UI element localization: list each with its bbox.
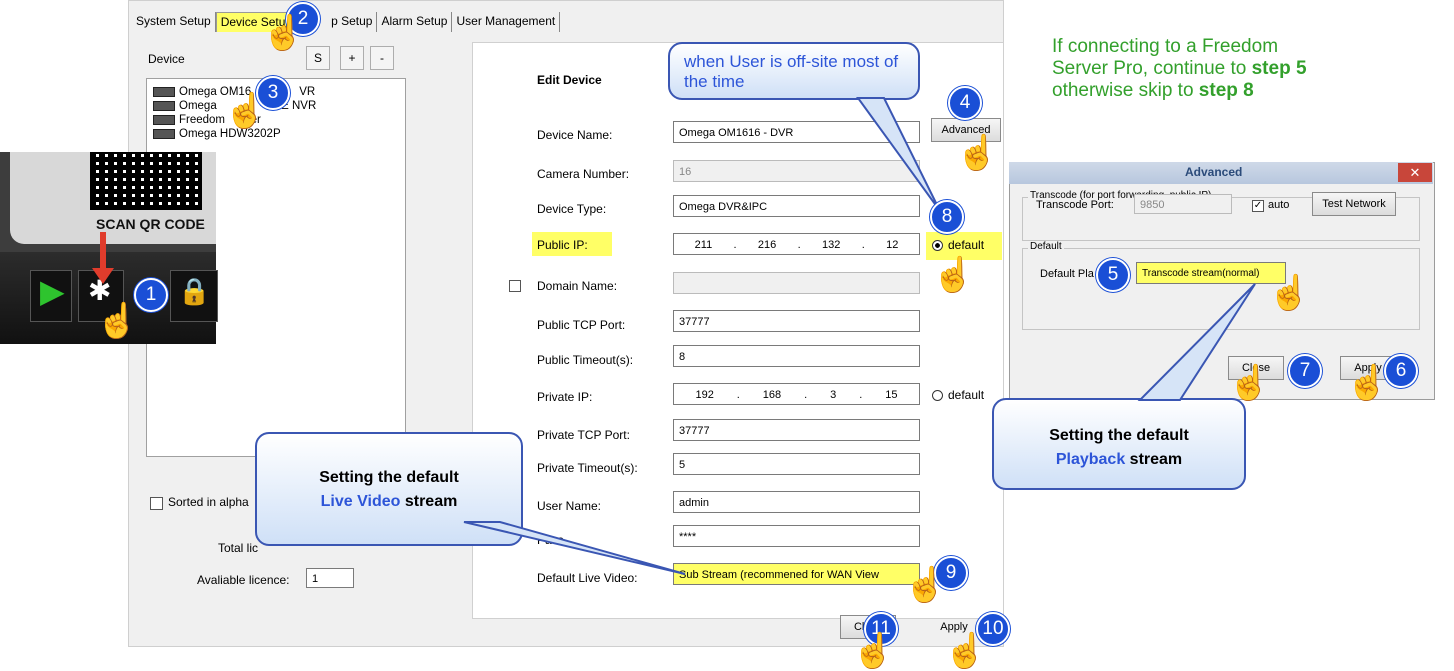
tab-bar: System Setup Device Setup p Setup Alarm … xyxy=(132,12,561,32)
transcode-port-field: 9850 xyxy=(1134,194,1232,214)
device-icon xyxy=(153,101,175,111)
total-licence-label: Total lic xyxy=(218,541,259,555)
step-badge-7: 7 xyxy=(1288,354,1322,388)
transcode-port-label: Transcode Port: xyxy=(1036,199,1114,211)
tab-alarm-setup[interactable]: Alarm Setup xyxy=(377,12,453,32)
private-tcp-label: Private TCP Port: xyxy=(537,428,630,442)
hand-cursor-icon: ☝ xyxy=(904,566,947,604)
add-device-button[interactable]: + xyxy=(340,46,364,70)
list-item[interactable]: Freedom rver xyxy=(147,113,405,127)
step-badge-6: 6 xyxy=(1384,354,1418,388)
device-label: Device xyxy=(148,52,185,66)
device-icon xyxy=(153,129,175,139)
qr-code xyxy=(90,152,202,210)
camera-number-label: Camera Number: xyxy=(537,167,630,181)
step-badge-1: 1 xyxy=(134,278,168,312)
available-licence-label: Avaliable licence: xyxy=(197,573,290,587)
hand-cursor-icon: ☝ xyxy=(224,92,267,130)
password-field[interactable]: **** xyxy=(673,525,920,547)
device-name-label: Device Name: xyxy=(537,128,613,142)
tab-user-management[interactable]: User Management xyxy=(452,12,561,32)
private-ip-label: Private IP: xyxy=(537,390,593,404)
public-default-label: default xyxy=(948,238,985,252)
domain-checkbox[interactable] xyxy=(509,280,521,292)
default-group-label: Default xyxy=(1028,241,1064,252)
sorted-checkbox[interactable] xyxy=(150,497,163,510)
hand-cursor-icon: ☝ xyxy=(1268,274,1311,312)
step-badge-4: 4 xyxy=(948,86,982,120)
default-live-video-select[interactable]: Sub Stream (recommened for WAN View xyxy=(673,563,920,585)
close-icon[interactable]: ✕ xyxy=(1398,163,1432,182)
advanced-title: Advanced xyxy=(1185,165,1243,179)
default-playback-label: Default Pla xyxy=(1040,268,1094,280)
user-name-label: User Name: xyxy=(537,499,602,513)
remove-device-button[interactable]: - xyxy=(370,46,394,70)
offsite-callout: when User is off-site most of the time xyxy=(668,42,920,100)
step-badge-5: 5 xyxy=(1096,258,1130,292)
scan-qr-label[interactable]: SCAN QR CODE xyxy=(96,216,205,232)
tab-system-setup[interactable]: System Setup xyxy=(132,12,216,32)
offsite-callout-pointer xyxy=(856,97,941,212)
red-arrow-shaft xyxy=(100,232,106,272)
sorted-label: Sorted in alpha xyxy=(168,495,249,509)
device-icon xyxy=(153,115,175,125)
private-timeout-label: Private Timeout(s): xyxy=(537,461,638,475)
public-timeout-field[interactable]: 8 xyxy=(673,345,920,367)
hand-cursor-icon: ☝ xyxy=(944,632,987,670)
private-tcp-field[interactable]: 37777 xyxy=(673,419,920,441)
hand-cursor-icon: ☝ xyxy=(262,14,305,52)
device-icon xyxy=(153,87,175,97)
list-item[interactable]: Omega HDW3202P xyxy=(147,127,405,141)
auto-checkbox[interactable]: ✓ xyxy=(1252,200,1264,212)
search-button[interactable]: S xyxy=(306,46,330,70)
hand-cursor-icon: ☝ xyxy=(1228,364,1271,402)
note-line-1: If connecting to a Freedom xyxy=(1052,36,1279,57)
domain-name-field xyxy=(673,272,920,294)
private-ip-field[interactable]: 192. 168. 3. 15 xyxy=(673,383,920,405)
lock-icon: 🔒 xyxy=(178,276,211,306)
public-ip-label: Public IP: xyxy=(537,238,588,252)
instruction-note: If connecting to a Freedom Server Pro, c… xyxy=(1052,36,1307,102)
public-timeout-label: Public Timeout(s): xyxy=(537,353,634,367)
public-ip-field[interactable]: 211. 216. 132. 12 xyxy=(673,233,920,255)
hand-cursor-icon: ☝ xyxy=(956,134,999,172)
play-icon: ▶ xyxy=(40,273,65,309)
step-badge-8: 8 xyxy=(930,200,964,234)
domain-name-label: Domain Name: xyxy=(537,279,618,293)
public-tcp-label: Public TCP Port: xyxy=(537,318,626,332)
available-licence-value: 1 xyxy=(306,568,354,588)
hand-cursor-icon: ☝ xyxy=(852,632,895,670)
playback-callout: Setting the default Playback stream xyxy=(992,398,1246,490)
hand-cursor-icon: ☝ xyxy=(1346,364,1389,402)
public-tcp-field[interactable]: 37777 xyxy=(673,310,920,332)
hand-cursor-icon: ☝ xyxy=(96,302,139,340)
private-timeout-field[interactable]: 5 xyxy=(673,453,920,475)
live-callout-pointer xyxy=(463,521,686,575)
note-line-2: Server Pro, continue to step 5 xyxy=(1052,58,1307,79)
public-default-radio[interactable] xyxy=(932,240,943,251)
user-name-field[interactable]: admin xyxy=(673,491,920,513)
edit-device-title: Edit Device xyxy=(537,73,602,87)
hand-cursor-icon: ☝ xyxy=(932,256,975,294)
private-default-label: default xyxy=(948,388,985,402)
note-line-3: otherwise skip to step 8 xyxy=(1052,80,1254,101)
auto-label: auto xyxy=(1268,199,1290,211)
device-type-label: Device Type: xyxy=(537,202,607,216)
private-default-radio[interactable] xyxy=(932,390,943,401)
red-arrow-head xyxy=(92,268,114,284)
test-network-button[interactable]: Test Network xyxy=(1312,192,1396,216)
